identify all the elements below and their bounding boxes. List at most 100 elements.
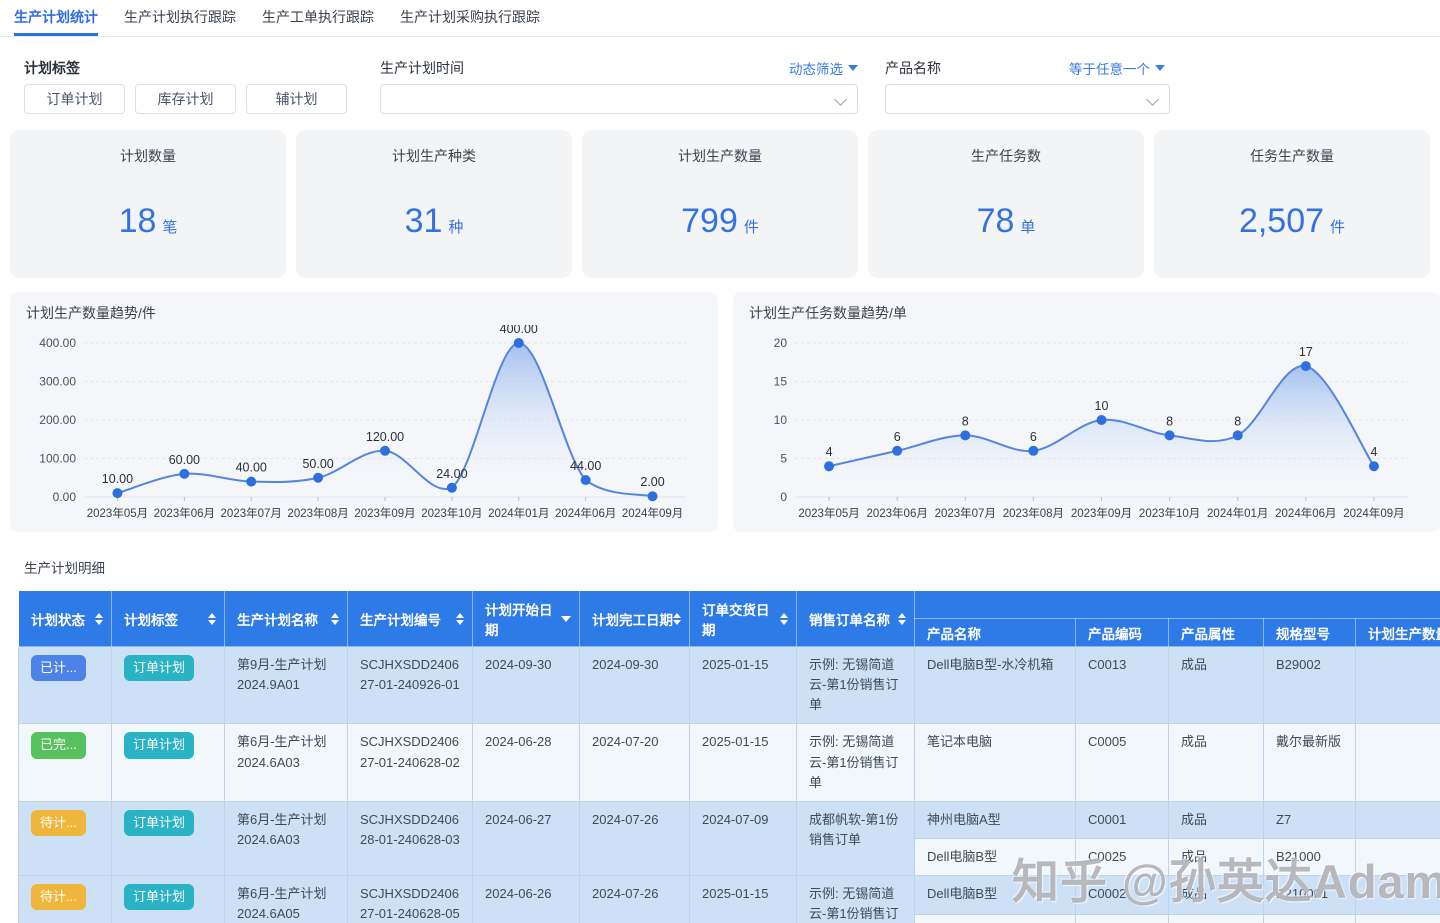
svg-text:0: 0 <box>780 490 787 504</box>
sort-icon[interactable] <box>898 612 906 625</box>
stat-value: 799 件 <box>582 202 858 241</box>
stat-number: 799 <box>681 202 738 240</box>
sort-icon[interactable] <box>331 612 339 625</box>
plan-finish-date: 2024-09-30 <box>579 645 690 725</box>
table-row[interactable]: 待计... 订单计划 第6月-生产计划 2024.6A05 SCJHXSDD24062… <box>18 875 1440 923</box>
sort-asc-arrow <box>673 612 681 618</box>
column-label: 生产计划编号 <box>360 612 441 628</box>
svg-text:10: 10 <box>1095 399 1109 413</box>
plan-status-badge: 已完... <box>31 732 86 759</box>
product-attr-cell: 成品 <box>1168 837 1264 877</box>
column-header-5[interactable]: 计划完工日期 <box>579 590 690 647</box>
sort-icon[interactable] <box>780 612 788 625</box>
svg-text:2023年05月: 2023年05月 <box>798 506 859 520</box>
plan-code: SCJHXSDD240627-01-240628-05 <box>347 875 473 923</box>
svg-text:6: 6 <box>894 430 901 444</box>
production-plan-table: 计划状态 计划标签 生产计划名称 生产计划编号 计划开始日期 计划完工日期 订单交货日期 销售… <box>18 590 1440 923</box>
svg-text:40.00: 40.00 <box>236 461 267 475</box>
svg-text:24.00: 24.00 <box>436 467 467 481</box>
svg-text:2024年09月: 2024年09月 <box>622 506 683 520</box>
sort-desc-arrow <box>208 619 216 625</box>
product-column-header-4[interactable]: 计划生产数量 <box>1354 618 1440 647</box>
sort-desc-arrow <box>673 619 681 625</box>
plan-time-select[interactable] <box>380 84 858 114</box>
chevron-down-icon <box>834 93 847 106</box>
plan-tag-button-aux[interactable]: 辅计划 <box>246 84 347 114</box>
column-header-7[interactable]: 销售订单名称 <box>796 590 915 647</box>
sort-icon[interactable] <box>208 612 216 625</box>
stat-card: 生产任务数 78 单 <box>868 130 1144 278</box>
product-spec-cell: 戴尔最新版 <box>1263 723 1356 802</box>
plan-status-badge: 已计... <box>31 655 86 682</box>
stat-card: 计划数量 18 笔 <box>10 130 286 278</box>
product-spec-cell: Z7 <box>1263 913 1356 923</box>
caret-down-icon <box>1155 65 1165 71</box>
column-header-0[interactable]: 计划状态 <box>18 590 112 647</box>
svg-text:0.00: 0.00 <box>53 490 77 504</box>
column-header-3[interactable]: 生产计划编号 <box>347 590 473 647</box>
plan-name: 第6月-生产计划 2024.6A03 <box>224 723 348 802</box>
product-name-label: 产品名称 <box>885 60 941 76</box>
sort-desc-icon[interactable] <box>561 615 571 622</box>
product-name-select[interactable] <box>885 84 1170 114</box>
svg-text:50.00: 50.00 <box>302 457 333 471</box>
table-row[interactable]: 待计... 订单计划 第6月-生产计划 2024.6A03 SCJHXSDD24062… <box>18 800 1440 877</box>
product-column-header-3[interactable]: 规格型号 <box>1263 618 1356 647</box>
product-name-cell: Dell电脑B型 <box>914 837 1076 877</box>
plan-finish-date: 2024-07-20 <box>579 723 690 802</box>
svg-text:2024年06月: 2024年06月 <box>1275 506 1336 520</box>
table-row[interactable]: 已完... 订单计划 第6月-生产计划 2024.6A03 SCJHXSDD24062… <box>18 723 1440 802</box>
svg-text:10: 10 <box>774 413 788 427</box>
plan-code: SCJHXSDD240627-01-240926-01 <box>347 645 473 725</box>
order-delivery-date: 2025-01-15 <box>689 645 797 725</box>
sort-icon[interactable] <box>95 612 103 625</box>
product-column-header-1[interactable]: 产品编码 <box>1075 618 1169 647</box>
sort-asc-arrow <box>456 612 464 618</box>
product-code-cell: C0001 <box>1075 913 1169 923</box>
stat-unit: 种 <box>448 219 464 236</box>
sort-icon[interactable] <box>673 612 681 625</box>
tab-0[interactable]: 生产计划统计 <box>14 0 98 36</box>
plan-status: 待计... <box>18 800 112 877</box>
product-code-cell: C0002 <box>1075 875 1169 915</box>
product-code-cell: C0025 <box>1075 837 1169 877</box>
svg-text:2023年08月: 2023年08月 <box>1003 506 1064 520</box>
sales-order-name: 示例: 无锡简道云-第1份销售订单 <box>796 875 915 923</box>
tab-1[interactable]: 生产计划执行跟踪 <box>124 0 236 36</box>
dynamic-filter-dropdown[interactable]: 动态筛选 <box>789 58 858 78</box>
tab-2[interactable]: 生产工单执行跟踪 <box>262 0 374 36</box>
svg-text:5: 5 <box>780 452 787 466</box>
column-header-6[interactable]: 订单交货日期 <box>689 590 797 647</box>
plan-tag-button-stock[interactable]: 库存计划 <box>135 84 236 114</box>
chart-title: 计划生产数量趋势/件 <box>26 305 156 321</box>
tab-3[interactable]: 生产计划采购执行跟踪 <box>400 0 540 36</box>
sort-icon[interactable] <box>456 612 464 625</box>
order-delivery-date: 2024-07-09 <box>689 800 797 877</box>
product-group-header <box>913 590 1440 619</box>
plan-tag-badge: 订单计划 <box>124 884 195 911</box>
plan-tag-button-order[interactable]: 订单计划 <box>24 84 125 114</box>
plan-status: 已计... <box>18 645 112 725</box>
svg-text:60.00: 60.00 <box>169 453 200 467</box>
stat-number: 31 <box>404 202 443 240</box>
product-code-cell: C0001 <box>1075 800 1169 839</box>
svg-text:2023年07月: 2023年07月 <box>221 506 282 520</box>
match-mode-dropdown[interactable]: 等于任意一个 <box>1069 58 1165 78</box>
stat-title: 计划生产种类 <box>392 148 476 164</box>
plan-status-badge: 待计... <box>31 884 86 911</box>
column-header-4[interactable]: 计划开始日期 <box>472 590 580 647</box>
column-label: 计划状态 <box>31 612 85 628</box>
table-row[interactable]: 已计... 订单计划 第9月-生产计划 2024.9A01 SCJHXSDD24062… <box>18 645 1440 725</box>
column-header-1[interactable]: 计划标签 <box>111 590 225 647</box>
plan-time-label: 生产计划时间 <box>380 60 464 76</box>
product-column-header-0[interactable]: 产品名称 <box>914 618 1076 647</box>
column-header-2[interactable]: 生产计划名称 <box>224 590 348 647</box>
column-label: 销售订单名称 <box>809 612 890 628</box>
svg-text:2023年09月: 2023年09月 <box>354 506 415 520</box>
match-mode-label: 等于任意一个 <box>1069 62 1150 77</box>
plan-finish-date: 2024-07-26 <box>579 800 690 877</box>
svg-text:10.00: 10.00 <box>102 472 133 486</box>
stat-unit: 笔 <box>162 219 178 236</box>
product-column-header-2[interactable]: 产品属性 <box>1168 618 1264 647</box>
svg-text:2023年10月: 2023年10月 <box>1139 506 1200 520</box>
